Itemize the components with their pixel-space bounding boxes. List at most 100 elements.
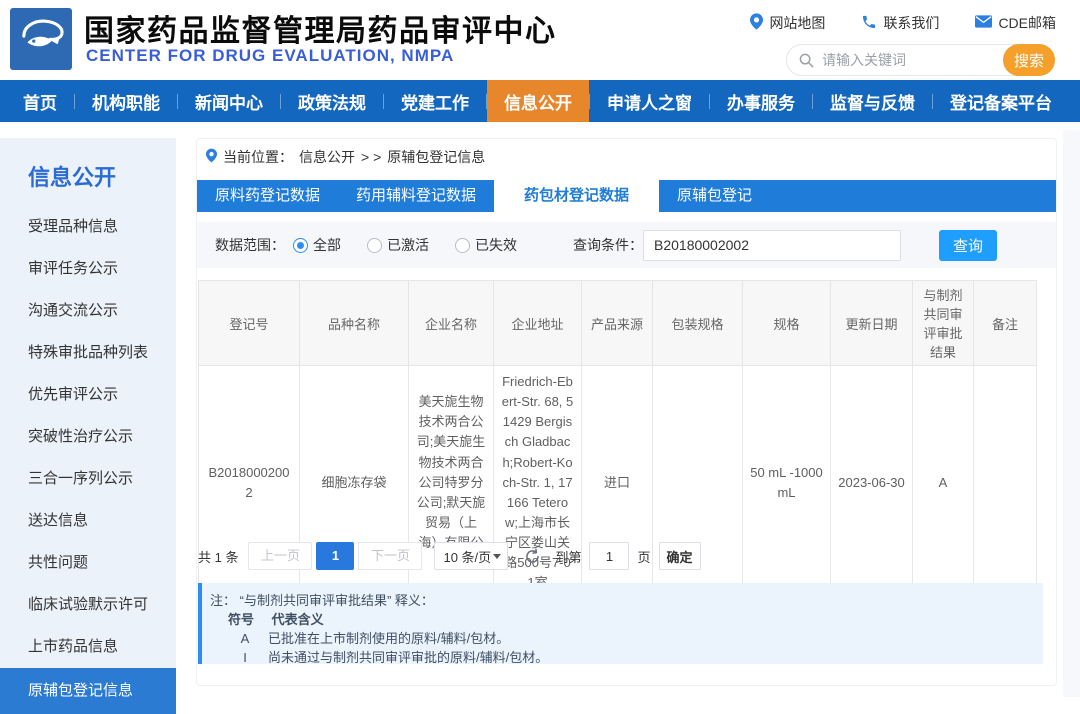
note-meaning: 已批准在上市制剂使用的原料/辅料/包材。 bbox=[268, 629, 509, 648]
site-subtitle: CENTER FOR DRUG EVALUATION, NMPA bbox=[86, 46, 454, 66]
cell-remark bbox=[974, 366, 1037, 601]
nav-item-home[interactable]: 首页 bbox=[6, 80, 74, 122]
breadcrumb-separator: > > bbox=[361, 149, 381, 165]
radio-option-activated[interactable]: 已激活 bbox=[367, 235, 429, 255]
nav-label: 信息公开 bbox=[504, 89, 572, 114]
sidebar-item-breakthrough-therapy[interactable]: 突破性治疗公示 bbox=[0, 416, 176, 458]
mail-icon bbox=[975, 15, 992, 31]
sidebar-item-api-excipient-packaging[interactable]: 原辅包登记信息 bbox=[0, 668, 176, 714]
sidebar-item-delivery-info[interactable]: 送达信息 bbox=[0, 500, 176, 542]
col-review-result: 与制剂共同审评审批结果 bbox=[913, 281, 974, 366]
mailbox-link[interactable]: CDE邮箱 bbox=[975, 13, 1056, 33]
goto-label: 到第 bbox=[555, 547, 581, 566]
nav-label: 新闻中心 bbox=[195, 89, 263, 114]
note-item-i: I 尚未通过与制剂共同审评审批的原料/辅料/包材。 bbox=[210, 648, 1043, 667]
nav-label: 党建工作 bbox=[401, 89, 469, 114]
nav-item-news[interactable]: 新闻中心 bbox=[178, 80, 280, 122]
tab-packaging-registration[interactable]: 药包材登记数据 bbox=[494, 180, 659, 212]
radio-label: 已激活 bbox=[387, 235, 429, 255]
tab-api-excipient-packaging[interactable]: 原辅包登记 bbox=[659, 180, 770, 212]
contact-link[interactable]: 联系我们 bbox=[861, 13, 939, 33]
nav-item-services[interactable]: 办事服务 bbox=[710, 80, 812, 122]
tab-excipient-registration[interactable]: 药用辅料登记数据 bbox=[338, 180, 494, 212]
mailbox-label: CDE邮箱 bbox=[998, 13, 1056, 33]
cell-review-result: A bbox=[913, 366, 974, 601]
data-tabs: 原料药登记数据 药用辅料登记数据 药包材登记数据 原辅包登记 bbox=[197, 180, 1056, 212]
page-size-select[interactable]: 10 条/页 bbox=[434, 542, 508, 570]
header-quick-links: 网站地图 联系我们 CDE邮箱 bbox=[750, 13, 1056, 33]
cell-spec: 50 mL -1000 mL bbox=[743, 366, 831, 601]
note-symbol: I bbox=[236, 648, 254, 667]
search-button[interactable]: 搜索 bbox=[1003, 44, 1055, 76]
col-update-date: 更新日期 bbox=[831, 281, 913, 366]
nav-item-applicant-window[interactable]: 申请人之窗 bbox=[590, 80, 709, 122]
sidebar-item-common-issues[interactable]: 共性问题 bbox=[0, 542, 176, 584]
col-company-name: 企业名称 bbox=[409, 281, 494, 366]
search-input[interactable] bbox=[814, 52, 1003, 68]
col-origin: 产品来源 bbox=[582, 281, 653, 366]
sidebar-item-priority-review[interactable]: 优先审评公示 bbox=[0, 374, 176, 416]
page-1-button[interactable]: 1 bbox=[316, 542, 354, 570]
sidebar-item-special-approval[interactable]: 特殊审批品种列表 bbox=[0, 332, 176, 374]
search-icon bbox=[799, 53, 814, 68]
radio-option-all[interactable]: 全部 bbox=[293, 235, 341, 255]
goto-page-input[interactable] bbox=[589, 542, 629, 570]
sidebar-item-three-in-one[interactable]: 三合一序列公示 bbox=[0, 458, 176, 500]
breadcrumb-current[interactable]: 原辅包登记信息 bbox=[387, 147, 485, 167]
sitemap-label: 网站地图 bbox=[769, 13, 825, 33]
tab-api-registration[interactable]: 原料药登记数据 bbox=[197, 180, 338, 212]
confirm-button[interactable]: 确定 bbox=[659, 542, 701, 570]
col-registration-no: 登记号 bbox=[199, 281, 300, 366]
primary-nav: 首页 机构职能 新闻中心 政策法规 党建工作 信息公开 申请人之窗 办事服务 监… bbox=[0, 80, 1080, 122]
nav-item-functions[interactable]: 机构职能 bbox=[75, 80, 177, 122]
breadcrumb-section-link[interactable]: 信息公开 bbox=[299, 147, 355, 167]
query-button[interactable]: 查询 bbox=[939, 230, 997, 261]
sidebar-item-marketed-drugs[interactable]: 上市药品信息 bbox=[0, 626, 176, 668]
nav-label: 申请人之窗 bbox=[607, 89, 692, 114]
query-input[interactable] bbox=[643, 230, 901, 261]
query-label: 查询条件： bbox=[573, 235, 643, 255]
sidebar-item-review-tasks[interactable]: 审评任务公示 bbox=[0, 248, 176, 290]
filter-bar: 数据范围： 全部 已激活 已失效 查询条件： 查询 bbox=[197, 222, 1056, 268]
note-meaning-col: 代表含义 bbox=[272, 612, 324, 627]
page-size-value: 10 条/页 bbox=[443, 547, 491, 566]
nav-label: 机构职能 bbox=[92, 89, 160, 114]
refresh-icon[interactable] bbox=[524, 548, 541, 565]
radio-label: 已失效 bbox=[475, 235, 517, 255]
sidebar-item-accepted-varieties[interactable]: 受理品种信息 bbox=[0, 206, 176, 248]
radio-label: 全部 bbox=[313, 235, 341, 255]
sidebar-item-communication[interactable]: 沟通交流公示 bbox=[0, 290, 176, 332]
scope-radio-group: 全部 已激活 已失效 bbox=[293, 235, 517, 255]
sidebar: 信息公开 受理品种信息 审评任务公示 沟通交流公示 特殊审批品种列表 优先审评公… bbox=[0, 138, 176, 697]
nav-item-registration-platform[interactable]: 登记备案平台 bbox=[933, 80, 1069, 122]
col-packaging-spec: 包装规格 bbox=[653, 281, 743, 366]
radio-option-expired[interactable]: 已失效 bbox=[455, 235, 517, 255]
header-search: 搜索 bbox=[786, 44, 1055, 76]
chevron-down-icon bbox=[493, 554, 501, 559]
nav-item-party[interactable]: 党建工作 bbox=[384, 80, 486, 122]
sidebar-item-clinical-trial-license[interactable]: 临床试验默示许可 bbox=[0, 584, 176, 626]
sitemap-link[interactable]: 网站地图 bbox=[750, 13, 825, 33]
nav-label: 登记备案平台 bbox=[950, 89, 1052, 114]
legend-note-box: 注： “与制剂共同审评审批结果” 释义： 符号 代表含义 A 已批准在上市制剂使… bbox=[198, 583, 1043, 664]
page-unit-label: 页 bbox=[637, 547, 650, 566]
cell-update-date: 2023-06-30 bbox=[831, 366, 913, 601]
breadcrumb-pin-icon bbox=[206, 148, 217, 166]
total-count: 共 1 条 bbox=[198, 547, 238, 566]
prev-page-button[interactable]: 上一页 bbox=[248, 542, 312, 570]
note-meaning: 尚未通过与制剂共同审评审批的原料/辅料/包材。 bbox=[268, 648, 548, 667]
fish-swirl-icon bbox=[13, 9, 69, 70]
pagination-bar: 共 1 条 上一页 1 下一页 10 条/页 到第 页 确定 bbox=[198, 542, 701, 570]
nav-item-supervision[interactable]: 监督与反馈 bbox=[813, 80, 932, 122]
breadcrumb: 当前位置： 信息公开 > > 原辅包登记信息 bbox=[206, 147, 485, 167]
col-spec: 规格 bbox=[743, 281, 831, 366]
next-page-button[interactable]: 下一页 bbox=[358, 542, 422, 570]
note-item-a: A 已批准在上市制剂使用的原料/辅料/包材。 bbox=[210, 629, 1043, 648]
note-title: 注： “与制剂共同审评审批结果” 释义： bbox=[210, 591, 1043, 610]
note-symbol-col: 符号 bbox=[228, 612, 254, 627]
site-title: 国家药品监督管理局药品审评中心 bbox=[84, 6, 557, 50]
radio-selected-icon bbox=[293, 238, 308, 253]
nav-item-info-disclosure[interactable]: 信息公开 bbox=[487, 80, 589, 122]
nav-item-policy[interactable]: 政策法规 bbox=[281, 80, 383, 122]
radio-unselected-icon bbox=[455, 238, 470, 253]
